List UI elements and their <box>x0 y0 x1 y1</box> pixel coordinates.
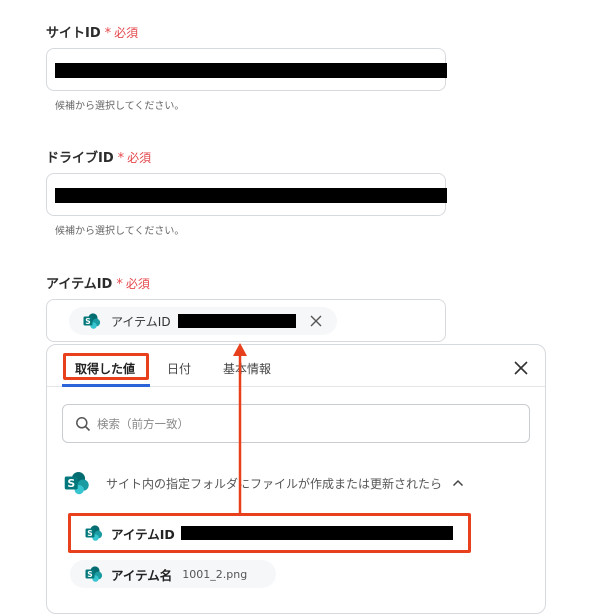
required-asterisk: * <box>104 26 112 41</box>
drive-id-label: ドライブID * 必須 <box>46 147 151 166</box>
sharepoint-icon <box>64 471 90 495</box>
close-icon[interactable] <box>310 315 322 327</box>
drive-id-input[interactable] <box>46 173 447 216</box>
search-icon <box>76 416 91 431</box>
item-id-input[interactable]: アイテムID <box>46 299 446 342</box>
required-badge: * 必須 <box>116 277 150 292</box>
item-id-variable-chip[interactable]: アイテムID <box>69 307 337 335</box>
item-id-label-text: アイテムID <box>46 277 113 292</box>
option-label: アイテム名 <box>111 567 173 583</box>
group-header[interactable]: サイト内の指定フォルダにファイルが作成または更新されたら <box>64 471 464 495</box>
highlight-frame-item <box>68 513 471 553</box>
chip-label: アイテムID <box>111 314 171 329</box>
sharepoint-icon <box>85 566 103 582</box>
required-badge: * 必須 <box>117 151 152 166</box>
item-name-option[interactable]: アイテム名 1001_2.png <box>70 560 276 588</box>
sharepoint-icon <box>83 313 101 329</box>
drive-id-label-text: ドライブID <box>46 151 114 166</box>
site-id-hint: 候補から選択してください。 <box>55 101 185 112</box>
drive-id-hint: 候補から選択してください。 <box>55 226 185 237</box>
chevron-up-icon[interactable] <box>452 479 464 487</box>
required-asterisk: * <box>116 277 123 292</box>
option-value: 1001_2.png <box>182 567 248 581</box>
close-icon[interactable] <box>513 360 529 380</box>
redacted-value <box>55 188 447 203</box>
item-id-label: アイテムID * 必須 <box>46 273 150 292</box>
redacted-value <box>55 63 447 78</box>
search-input[interactable]: 検索（前方一致） <box>62 404 530 443</box>
tab-date[interactable]: 日付 <box>167 360 191 377</box>
redacted-value <box>177 314 296 328</box>
group-label: サイト内の指定フォルダにファイルが作成または更新されたら <box>106 476 443 491</box>
annotation-arrow <box>233 343 247 516</box>
highlight-frame-tab <box>63 353 149 380</box>
required-badge: * 必須 <box>104 26 139 41</box>
required-text: 必須 <box>125 277 150 291</box>
site-id-input[interactable] <box>46 48 447 91</box>
site-id-label: サイトID * 必須 <box>46 22 138 41</box>
search-placeholder: 検索（前方一致） <box>97 416 189 431</box>
site-id-label-text: サイトID <box>46 26 101 41</box>
required-text: 必須 <box>114 26 139 40</box>
active-tab-indicator <box>62 384 150 387</box>
required-asterisk: * <box>117 151 125 166</box>
required-text: 必須 <box>127 151 152 165</box>
